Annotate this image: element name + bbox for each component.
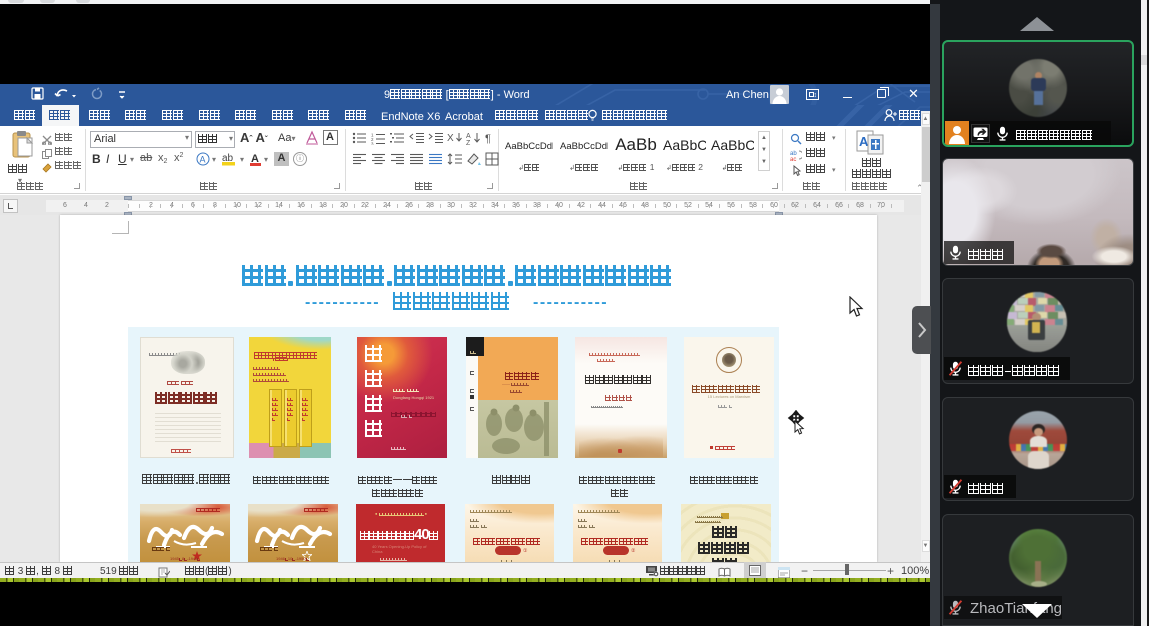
svg-text:ac: ac <box>790 157 796 161</box>
svg-text:X: X <box>447 133 454 144</box>
svg-text:A: A <box>200 155 206 165</box>
svg-text:¶: ¶ <box>485 133 491 145</box>
svg-text:3: 3 <box>371 142 374 146</box>
svg-text:A: A <box>466 133 471 140</box>
svg-text:Z: Z <box>466 140 471 145</box>
